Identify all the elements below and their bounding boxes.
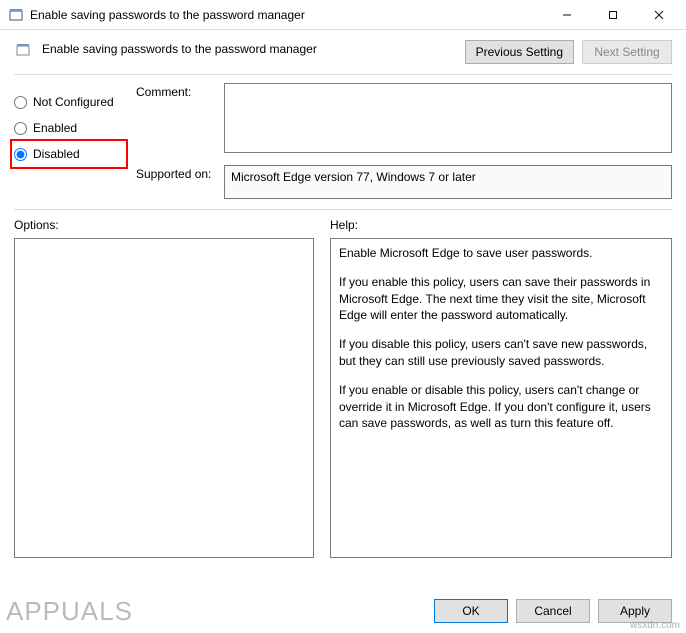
radio-disabled-highlight: Disabled: [10, 139, 128, 169]
window-controls: [544, 0, 682, 29]
fields: Comment: Supported on:: [136, 83, 672, 199]
watermark-logo: APPUALS: [6, 596, 133, 627]
policy-icon: [14, 42, 32, 61]
window-title: Enable saving passwords to the password …: [30, 8, 305, 22]
radio-disabled-label: Disabled: [33, 147, 80, 161]
divider: [14, 74, 672, 75]
comment-label: Comment:: [136, 83, 224, 99]
supported-label: Supported on:: [136, 165, 224, 181]
nav-buttons: Previous Setting Next Setting: [465, 40, 672, 64]
main-area: Not Configured Enabled Disabled Comment:…: [0, 77, 686, 558]
radio-not-configured-label: Not Configured: [33, 95, 114, 109]
minimize-button[interactable]: [544, 0, 590, 29]
header: Enable saving passwords to the password …: [0, 30, 686, 70]
policy-state-radios: Not Configured Enabled Disabled: [14, 83, 124, 167]
divider-2: [14, 209, 672, 210]
radio-enabled-label: Enabled: [33, 121, 77, 135]
radio-not-configured-input[interactable]: [14, 96, 27, 109]
watermark-site: wsxdn.com: [630, 620, 680, 631]
ok-button[interactable]: OK: [434, 599, 508, 623]
help-panel[interactable]: Enable Microsoft Edge to save user passw…: [330, 238, 672, 558]
help-paragraph: If you enable this policy, users can sav…: [339, 274, 663, 324]
cancel-button[interactable]: Cancel: [516, 599, 590, 623]
options-column: Options:: [14, 218, 314, 558]
radio-not-configured[interactable]: Not Configured: [14, 89, 124, 115]
options-panel[interactable]: [14, 238, 314, 558]
next-setting-button[interactable]: Next Setting: [582, 40, 672, 64]
maximize-button[interactable]: [590, 0, 636, 29]
help-paragraph: If you disable this policy, users can't …: [339, 336, 663, 370]
supported-on-text: [224, 165, 672, 199]
help-paragraph: If you enable or disable this policy, us…: [339, 382, 663, 432]
help-label: Help:: [330, 218, 672, 232]
radio-disabled-input[interactable]: [14, 148, 27, 161]
comment-textarea[interactable]: [224, 83, 672, 153]
radio-enabled[interactable]: Enabled: [14, 115, 124, 141]
close-button[interactable]: [636, 0, 682, 29]
options-label: Options:: [14, 218, 314, 232]
previous-setting-button[interactable]: Previous Setting: [465, 40, 574, 64]
radio-disabled[interactable]: Disabled: [14, 141, 124, 167]
radio-enabled-input[interactable]: [14, 122, 27, 135]
header-title: Enable saving passwords to the password …: [42, 40, 317, 56]
app-icon: [8, 7, 24, 23]
help-paragraph: Enable Microsoft Edge to save user passw…: [339, 245, 663, 262]
titlebar: Enable saving passwords to the password …: [0, 0, 686, 30]
help-column: Help: Enable Microsoft Edge to save user…: [330, 218, 672, 558]
